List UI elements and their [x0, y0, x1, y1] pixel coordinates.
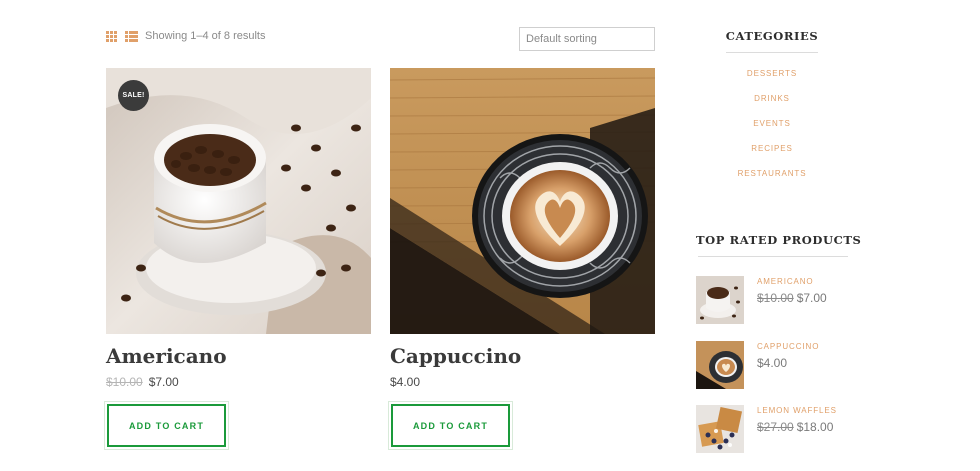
top-rated-price: $4.00: [757, 356, 787, 370]
sale-badge: SALE!: [118, 80, 149, 111]
product-price: $4.00: [390, 375, 655, 389]
top-rated-name[interactable]: LEMON WAFFLES: [757, 406, 837, 415]
old-price: $10.00: [757, 291, 794, 305]
product-card: SALE! Americano $10.00 $7.00 ADD TO CART: [106, 68, 371, 447]
result-count: Showing 1–4 of 8 results: [145, 30, 266, 42]
top-rated-thumb-lemon-waffles[interactable]: [696, 405, 744, 453]
product-card: Cappuccino $4.00 ADD TO CART: [390, 68, 655, 447]
add-to-cart-button[interactable]: ADD TO CART: [107, 404, 226, 447]
top-rated-thumb-americano[interactable]: [696, 276, 744, 324]
top-rated-item: CAPPUCCINO $4.00: [696, 341, 846, 391]
view-toggle: [106, 31, 138, 42]
current-price: $4.00: [390, 375, 421, 389]
product-title[interactable]: Americano: [106, 344, 371, 368]
product-price: $10.00 $7.00: [106, 375, 371, 389]
top-rated-name[interactable]: AMERICANO: [757, 277, 814, 286]
product-title[interactable]: Cappuccino: [390, 344, 655, 368]
top-rated-price: $10.00 $7.00: [757, 291, 827, 305]
top-rated-title: TOP RATED PRODUCTS: [696, 233, 862, 247]
category-link-restaurants[interactable]: RESTAURANTS: [696, 169, 848, 194]
top-rated-name[interactable]: CAPPUCCINO: [757, 342, 819, 351]
current-price: $7.00: [796, 291, 827, 305]
sort-select[interactable]: Default sorting: [519, 27, 655, 51]
current-price: $4.00: [757, 356, 788, 370]
list-view-icon[interactable]: [125, 31, 138, 42]
old-price: $10.00: [106, 375, 143, 389]
current-price: $18.00: [796, 420, 834, 434]
add-to-cart-button[interactable]: ADD TO CART: [391, 404, 510, 447]
top-rated-divider: [698, 256, 848, 257]
top-rated-thumb-cappuccino[interactable]: [696, 341, 744, 389]
top-rated-item: AMERICANO $10.00 $7.00: [696, 276, 846, 326]
product-image-cappuccino[interactable]: [390, 68, 655, 334]
shop-toolbar: Showing 1–4 of 8 results Default sorting: [106, 27, 655, 52]
current-price: $7.00: [148, 375, 179, 389]
categories-divider: [726, 52, 818, 53]
top-rated-price: $27.00 $18.00: [757, 420, 833, 434]
grid-view-icon[interactable]: [106, 31, 119, 42]
categories-title: CATEGORIES: [725, 29, 819, 43]
top-rated-item: LEMON WAFFLES $27.00 $18.00: [696, 405, 846, 455]
category-link-recipes[interactable]: RECIPES: [696, 144, 848, 169]
category-link-events[interactable]: EVENTS: [696, 119, 848, 144]
categories-list: DESSERTS DRINKS EVENTS RECIPES RESTAURAN…: [696, 69, 848, 194]
category-link-drinks[interactable]: DRINKS: [696, 94, 848, 119]
old-price: $27.00: [757, 420, 794, 434]
category-link-desserts[interactable]: DESSERTS: [696, 69, 848, 94]
product-image-americano[interactable]: SALE!: [106, 68, 371, 334]
